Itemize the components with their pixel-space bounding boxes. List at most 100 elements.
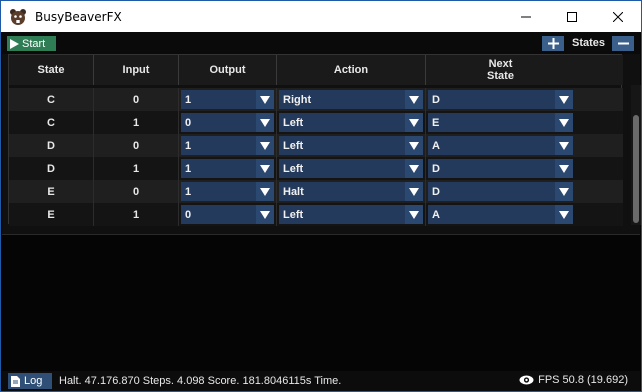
cell-action: Right xyxy=(277,88,426,111)
eye-icon xyxy=(519,375,534,385)
maximize-button[interactable] xyxy=(549,1,595,32)
output-select-value: 1 xyxy=(185,162,192,175)
action-select-arrow[interactable] xyxy=(405,136,423,155)
window-controls xyxy=(503,1,641,32)
log-button[interactable]: Log xyxy=(8,373,52,389)
chevron-down-icon xyxy=(409,118,419,127)
fps-text: FPS 50.8 (19.692) xyxy=(538,374,628,386)
output-select-arrow[interactable] xyxy=(256,182,274,201)
next-state-select[interactable]: A xyxy=(428,136,573,155)
plus-icon xyxy=(547,38,559,49)
chevron-down-icon xyxy=(409,141,419,150)
output-select[interactable]: 1 xyxy=(181,90,274,109)
output-select[interactable]: 1 xyxy=(181,182,274,201)
cell-input: 1 xyxy=(94,157,179,180)
column-header-action[interactable]: Action xyxy=(277,55,426,85)
cell-output: 1 xyxy=(179,88,277,111)
action-select-arrow[interactable] xyxy=(405,113,423,132)
next-state-select[interactable]: E xyxy=(428,113,573,132)
column-header-input[interactable]: Input xyxy=(94,55,179,85)
next-state-select-value: D xyxy=(432,93,440,106)
cell-input: 1 xyxy=(94,203,179,226)
minimize-button[interactable] xyxy=(503,1,549,32)
column-header-state[interactable]: State xyxy=(9,55,94,85)
chevron-down-icon xyxy=(260,210,270,219)
action-select[interactable]: Left xyxy=(279,159,423,178)
log-button-label: Log xyxy=(24,375,43,387)
chevron-down-icon xyxy=(559,118,569,127)
cell-state: E xyxy=(9,180,94,203)
chevron-down-icon xyxy=(409,187,419,196)
output-select-arrow[interactable] xyxy=(256,136,274,155)
next-state-select[interactable]: D xyxy=(428,159,573,178)
start-button-label: Start xyxy=(22,37,46,50)
cell-input: 1 xyxy=(94,111,179,134)
chevron-down-icon xyxy=(409,210,419,219)
transition-table-panel: State Input Output Action Next State C01… xyxy=(2,54,641,235)
action-select-value: Halt xyxy=(283,185,304,198)
next-state-select-arrow[interactable] xyxy=(555,113,573,132)
action-select-value: Left xyxy=(283,208,304,221)
next-state-select-arrow[interactable] xyxy=(555,136,573,155)
add-state-button[interactable] xyxy=(542,36,564,51)
cell-action: Left xyxy=(277,134,426,157)
output-select[interactable]: 0 xyxy=(181,205,274,224)
action-select-arrow[interactable] xyxy=(405,159,423,178)
output-select[interactable]: 1 xyxy=(181,159,274,178)
next-state-select[interactable]: D xyxy=(428,90,573,109)
cell-output: 0 xyxy=(179,203,277,226)
next-state-select[interactable]: A xyxy=(428,205,573,224)
beaver-app-icon xyxy=(10,8,26,25)
table-row: C 0 1 Right D xyxy=(9,88,623,111)
table-body: C 0 1 Right D C 1 0 Left E D 0 1 Left A D 1 1 Left D E 0 1 Halt… xyxy=(9,88,623,226)
cell-input: 0 xyxy=(94,88,179,111)
cell-next-state: A xyxy=(426,203,575,226)
action-select[interactable]: Right xyxy=(279,90,423,109)
cell-input: 0 xyxy=(94,134,179,157)
play-icon xyxy=(10,38,19,49)
action-select-arrow[interactable] xyxy=(405,205,423,224)
next-state-select-value: E xyxy=(432,116,440,129)
action-select-arrow[interactable] xyxy=(405,182,423,201)
next-state-select-arrow[interactable] xyxy=(555,159,573,178)
close-button[interactable] xyxy=(595,1,641,32)
output-select[interactable]: 1 xyxy=(181,136,274,155)
cell-action: Left xyxy=(277,111,426,134)
cell-output: 1 xyxy=(179,157,277,180)
start-button[interactable]: Start xyxy=(7,36,56,51)
table-row: E 0 1 Halt D xyxy=(9,180,623,203)
minimize-icon xyxy=(521,16,531,17)
next-state-select[interactable]: D xyxy=(428,182,573,201)
action-select[interactable]: Left xyxy=(279,113,423,132)
column-header-output[interactable]: Output xyxy=(179,55,277,85)
action-select[interactable]: Halt xyxy=(279,182,423,201)
next-state-select-arrow[interactable] xyxy=(555,182,573,201)
output-select[interactable]: 0 xyxy=(181,113,274,132)
cell-next-state: D xyxy=(426,180,575,203)
output-select-arrow[interactable] xyxy=(256,90,274,109)
action-select[interactable]: Left xyxy=(279,205,423,224)
title-bar[interactable]: BusyBeaverFX xyxy=(1,1,641,32)
chevron-down-icon xyxy=(409,164,419,173)
close-icon xyxy=(613,11,623,22)
table-scrollbar[interactable] xyxy=(631,85,641,225)
minus-icon xyxy=(617,42,629,45)
column-header-next-state[interactable]: Next State xyxy=(426,55,575,85)
next-state-select-arrow[interactable] xyxy=(555,205,573,224)
cell-action: Left xyxy=(277,203,426,226)
transition-table: State Input Output Action Next State C01… xyxy=(8,54,641,226)
cell-next-state: D xyxy=(426,157,575,180)
next-state-select-arrow[interactable] xyxy=(555,90,573,109)
chevron-down-icon xyxy=(409,95,419,104)
table-row: D 0 1 Left A xyxy=(9,134,623,157)
remove-state-button[interactable] xyxy=(612,36,634,51)
output-select-arrow[interactable] xyxy=(256,159,274,178)
next-state-select-value: A xyxy=(432,139,440,152)
output-select-arrow[interactable] xyxy=(256,113,274,132)
chevron-down-icon xyxy=(559,210,569,219)
next-state-select-value: D xyxy=(432,185,440,198)
scrollbar-thumb[interactable] xyxy=(633,115,639,223)
action-select-arrow[interactable] xyxy=(405,90,423,109)
output-select-arrow[interactable] xyxy=(256,205,274,224)
action-select[interactable]: Left xyxy=(279,136,423,155)
